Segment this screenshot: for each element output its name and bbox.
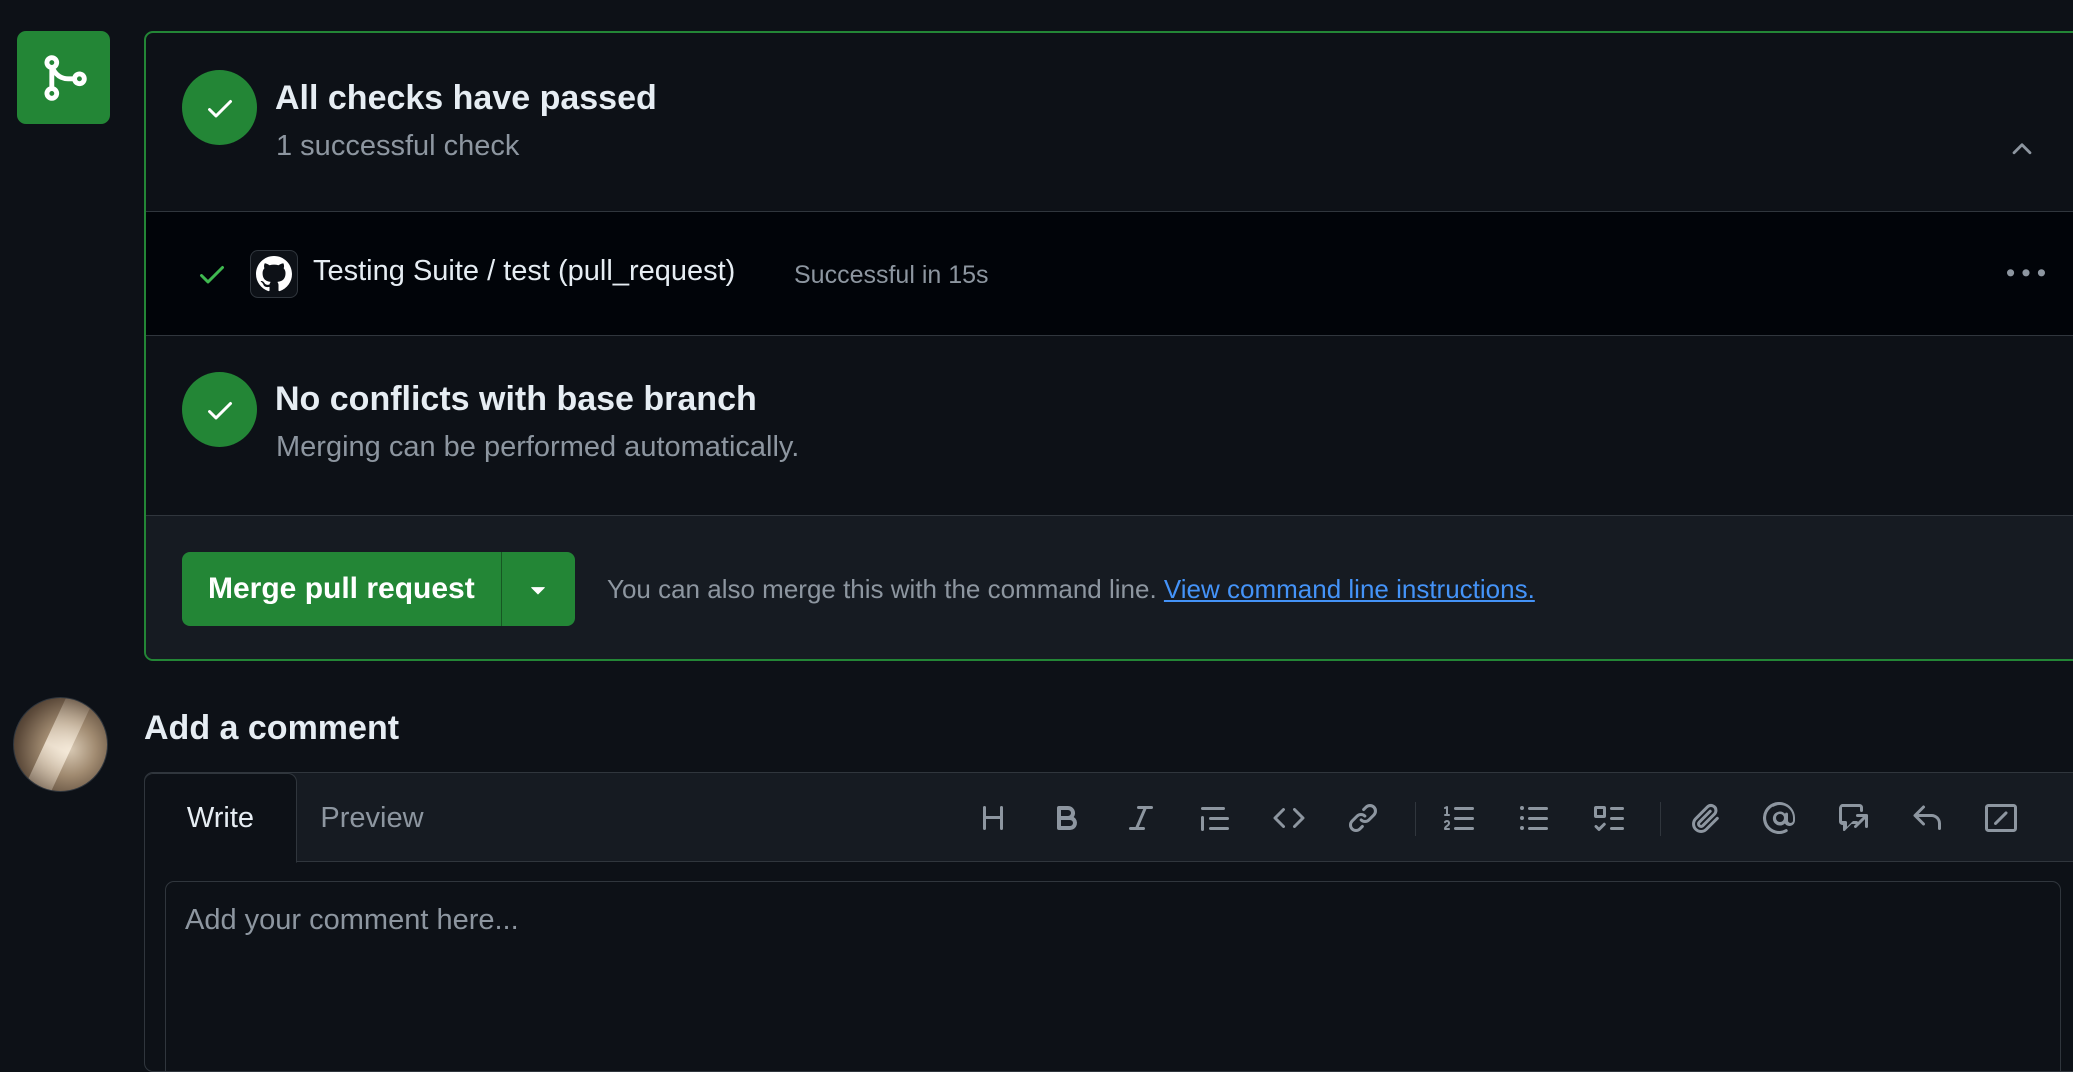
merge-hint: You can also merge this with the command… bbox=[607, 574, 1535, 605]
chevron-up-icon bbox=[2012, 143, 2032, 155]
task-list-button[interactable] bbox=[1580, 790, 1636, 846]
conflicts-title: No conflicts with base branch bbox=[275, 380, 757, 418]
check-success-icon bbox=[200, 266, 224, 284]
mention-button[interactable] bbox=[1751, 790, 1807, 846]
collapse-checks-button[interactable] bbox=[2002, 129, 2042, 169]
quote-button[interactable] bbox=[1187, 790, 1243, 846]
check-icon bbox=[207, 401, 232, 419]
attach-button[interactable] bbox=[1677, 790, 1733, 846]
attach-icon bbox=[1692, 804, 1719, 833]
git-merge-icon bbox=[44, 54, 87, 101]
comment-editor: Write Preview bbox=[144, 772, 2073, 1072]
bold-button[interactable] bbox=[1039, 790, 1095, 846]
checks-subtitle: 1 successful check bbox=[276, 130, 520, 162]
task-list-icon bbox=[1594, 806, 1624, 831]
slash-command-icon bbox=[1985, 804, 2017, 832]
code-button[interactable] bbox=[1261, 790, 1317, 846]
merge-button-group: Merge pull request bbox=[182, 552, 575, 626]
toolbar-divider bbox=[1415, 802, 1416, 836]
quote-icon bbox=[1201, 807, 1229, 831]
reply-button[interactable] bbox=[1899, 790, 1955, 846]
cross-reference-icon bbox=[1839, 804, 1868, 832]
ordered-list-icon bbox=[1444, 806, 1474, 830]
unordered-list-button[interactable] bbox=[1506, 790, 1562, 846]
conflicts-section: No conflicts with base branch Merging ca… bbox=[146, 336, 2073, 516]
tab-write[interactable]: Write bbox=[145, 773, 297, 863]
italic-icon bbox=[1129, 806, 1153, 830]
merge-hint-text: You can also merge this with the command… bbox=[607, 574, 1157, 604]
merge-box: All checks have passed 1 successful chec… bbox=[144, 31, 2073, 661]
merge-status-icon-box bbox=[17, 31, 110, 124]
check-status: Successful in 15s bbox=[794, 261, 989, 289]
bold-icon bbox=[1057, 806, 1078, 830]
merge-pull-request-button[interactable]: Merge pull request bbox=[182, 552, 501, 626]
tab-preview[interactable]: Preview bbox=[297, 773, 447, 863]
unordered-list-icon bbox=[1520, 806, 1548, 830]
code-icon bbox=[1273, 807, 1305, 829]
checks-title: All checks have passed bbox=[275, 79, 657, 117]
conflicts-subtitle: Merging can be performed automatically. bbox=[276, 431, 800, 463]
merge-method-dropdown-button[interactable] bbox=[500, 552, 575, 626]
slash-command-button[interactable] bbox=[1973, 790, 2029, 846]
avatar[interactable] bbox=[13, 697, 108, 792]
github-icon bbox=[256, 256, 292, 292]
check-name[interactable]: Testing Suite / test (pull_request) bbox=[313, 255, 735, 288]
command-line-instructions-link[interactable]: View command line instructions. bbox=[1164, 574, 1535, 604]
check-menu-button[interactable] bbox=[2002, 254, 2050, 294]
cross-reference-button[interactable] bbox=[1825, 790, 1881, 846]
checks-section: All checks have passed 1 successful chec… bbox=[146, 33, 2073, 212]
italic-button[interactable] bbox=[1113, 790, 1169, 846]
heading-icon bbox=[983, 806, 1003, 830]
add-comment-title: Add a comment bbox=[144, 709, 400, 747]
github-app-avatar bbox=[250, 250, 298, 298]
toolbar-divider bbox=[1660, 802, 1661, 836]
triangle-down-icon bbox=[531, 587, 546, 595]
heading-button[interactable] bbox=[965, 790, 1021, 846]
link-icon bbox=[1348, 803, 1378, 833]
link-button[interactable] bbox=[1335, 790, 1391, 846]
editor-header: Write Preview bbox=[145, 773, 2073, 863]
kebab-horizontal-icon bbox=[2007, 269, 2045, 277]
check-icon bbox=[207, 99, 232, 117]
checks-passed-badge bbox=[182, 70, 257, 145]
check-row[interactable]: Testing Suite / test (pull_request) Succ… bbox=[146, 212, 2073, 336]
merge-section: Merge pull request You can also merge th… bbox=[146, 516, 2073, 659]
no-conflicts-badge bbox=[182, 372, 257, 447]
ordered-list-button[interactable] bbox=[1432, 790, 1488, 846]
comment-textarea[interactable] bbox=[165, 881, 2061, 1071]
mention-icon bbox=[1763, 802, 1795, 834]
reply-icon bbox=[1913, 805, 1941, 830]
